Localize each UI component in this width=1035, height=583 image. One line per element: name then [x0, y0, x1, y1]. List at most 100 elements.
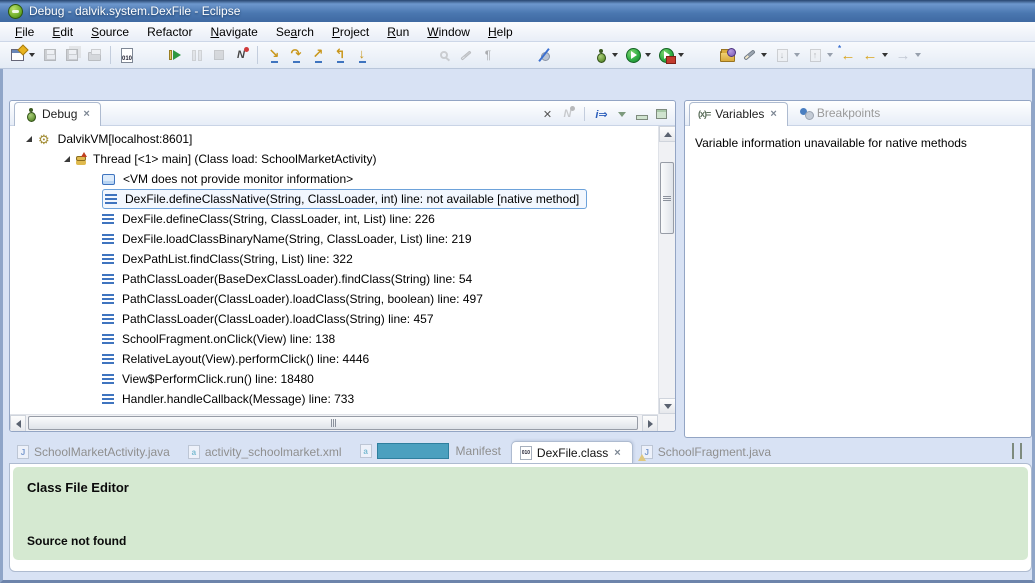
- menu-source[interactable]: Source: [82, 23, 138, 41]
- minimize-icon[interactable]: [633, 106, 650, 122]
- scroll-left-icon[interactable]: [10, 415, 26, 431]
- back-dropdown[interactable]: [882, 53, 888, 57]
- tree-row-stack-frame[interactable]: DexFile.loadClassBinaryName(String, Clas…: [10, 229, 658, 249]
- menu-edit[interactable]: Edit: [43, 23, 82, 41]
- monitor-icon: [102, 173, 115, 185]
- editor-minimize-icon[interactable]: [1012, 443, 1014, 459]
- menu-run[interactable]: Run: [378, 23, 418, 41]
- expander-icon[interactable]: [26, 136, 32, 142]
- expander-icon[interactable]: [64, 156, 70, 162]
- stack-frame-icon: [102, 234, 114, 244]
- close-icon[interactable]: ×: [613, 447, 621, 459]
- tree-row-stack-frame[interactable]: PathClassLoader(ClassLoader).loadClass(S…: [10, 289, 658, 309]
- tree-row-vm[interactable]: ⚙ DalvikVM[localhost:8601]: [10, 129, 658, 149]
- vertical-scrollbar[interactable]: [658, 126, 675, 414]
- menu-project[interactable]: Project: [323, 23, 378, 41]
- debug-launch-icon[interactable]: [589, 44, 611, 66]
- view-menu-icon[interactable]: [613, 106, 630, 122]
- binary-file-icon[interactable]: 010: [116, 44, 138, 66]
- menu-navigate[interactable]: Navigate: [201, 23, 266, 41]
- close-icon[interactable]: ×: [769, 108, 777, 120]
- scroll-right-icon[interactable]: [642, 415, 658, 431]
- maximize-icon[interactable]: [653, 106, 670, 122]
- disconnect-view-icon[interactable]: N: [559, 106, 576, 122]
- step-over-icon[interactable]: ↷: [285, 44, 307, 66]
- remove-terminated-icon[interactable]: ✕: [539, 106, 556, 122]
- new-wizard-dropdown[interactable]: [29, 53, 35, 57]
- next-annotation-icon[interactable]: ↓: [771, 44, 793, 66]
- selected-stack-frame[interactable]: DexFile.defineClassNative(String, ClassL…: [102, 189, 588, 209]
- tab-activity-schoolmarket-xml[interactable]: a activity_schoolmarket.xml: [180, 441, 352, 463]
- toolbar-separator: [110, 46, 111, 64]
- tab-debug[interactable]: Debug ×: [14, 102, 101, 126]
- tree-row-stack-frame[interactable]: View$PerformClick.run() line: 18480: [10, 369, 658, 389]
- show-whitespace-icon[interactable]: ¶: [477, 44, 499, 66]
- menu-search[interactable]: Search: [267, 23, 323, 41]
- horizontal-scroll-thumb[interactable]: [28, 416, 638, 430]
- run-launch-icon[interactable]: [622, 44, 644, 66]
- scroll-down-icon[interactable]: [659, 398, 675, 414]
- tab-breakpoints[interactable]: Breakpoints: [792, 102, 889, 125]
- show-debug-toolbar-icon[interactable]: i⇒: [593, 106, 610, 122]
- editor-maximize-icon[interactable]: [1020, 443, 1022, 459]
- menu-window[interactable]: Window: [418, 23, 479, 41]
- java-file-warning-icon: J: [637, 445, 653, 461]
- step-into-icon[interactable]: ↘: [263, 44, 285, 66]
- new-wizard-icon[interactable]: [6, 44, 28, 66]
- tree-row-stack-frame[interactable]: PathClassLoader(BaseDexClassLoader).find…: [10, 269, 658, 289]
- debug-view: Debug × ✕ N i⇒ ⚙ DalvikVM[localhost:8601…: [9, 100, 676, 432]
- vertical-scroll-thumb[interactable]: [660, 162, 674, 234]
- toolbar-separator: [257, 46, 258, 64]
- terminate-icon[interactable]: [208, 44, 230, 66]
- resume-icon[interactable]: [164, 44, 186, 66]
- tab-dexfile-class[interactable]: 010 DexFile.class ×: [510, 441, 633, 464]
- disconnect-icon[interactable]: N: [230, 44, 252, 66]
- coverage-dropdown[interactable]: [678, 53, 684, 57]
- last-edit-location-icon[interactable]: * ←: [837, 44, 859, 66]
- tree-row-stack-frame[interactable]: Handler.handleCallback(Message) line: 73…: [10, 389, 658, 409]
- previous-annotation-dropdown[interactable]: [827, 53, 833, 57]
- drop-to-frame-icon[interactable]: ↰: [329, 44, 351, 66]
- back-icon[interactable]: ←: [859, 44, 881, 66]
- scroll-up-icon[interactable]: [659, 126, 675, 142]
- save-all-icon[interactable]: [61, 44, 83, 66]
- tree-row-stack-frame[interactable]: SchoolFragment.onClick(View) line: 138: [10, 329, 658, 349]
- tree-row-stack-frame[interactable]: RelativeLayout(View).performClick() line…: [10, 349, 658, 369]
- coverage-icon[interactable]: [655, 44, 677, 66]
- tab-manifest[interactable]: a Manifest: [352, 439, 511, 463]
- tab-variables[interactable]: (x)= Variables ×: [689, 102, 788, 126]
- forward-dropdown[interactable]: [915, 53, 921, 57]
- close-icon[interactable]: ×: [82, 108, 90, 120]
- tab-schoolmarketactivity-java[interactable]: J SchoolMarketActivity.java: [9, 441, 180, 463]
- horizontal-scrollbar[interactable]: [10, 414, 658, 431]
- java-search-icon[interactable]: [433, 44, 455, 66]
- eclipse-window: Debug - dalvik.system.DexFile - Eclipse …: [0, 0, 1035, 583]
- mark-occurrences-dropdown[interactable]: [761, 53, 767, 57]
- format-pencil-icon[interactable]: [455, 44, 477, 66]
- forward-icon[interactable]: →: [892, 44, 914, 66]
- tree-row-monitor-info[interactable]: <VM does not provide monitor information…: [10, 169, 658, 189]
- variables-message: Variable information unavailable for nat…: [695, 136, 967, 150]
- save-icon[interactable]: [39, 44, 61, 66]
- editor-area: J SchoolMarketActivity.java a activity_s…: [9, 438, 1032, 572]
- skip-all-breakpoints-icon[interactable]: [533, 44, 555, 66]
- tree-row-stack-frame-selected[interactable]: DexFile.defineClassNative(String, ClassL…: [10, 189, 658, 209]
- debug-launch-dropdown[interactable]: [612, 53, 618, 57]
- use-step-filters-icon[interactable]: ↓: [351, 44, 373, 66]
- step-return-icon[interactable]: ↗: [307, 44, 329, 66]
- suspend-icon[interactable]: [186, 44, 208, 66]
- tree-row-stack-frame[interactable]: DexFile.defineClass(String, ClassLoader,…: [10, 209, 658, 229]
- tab-schoolfragment-java[interactable]: J SchoolFragment.java: [633, 441, 781, 463]
- previous-annotation-icon[interactable]: ↑: [804, 44, 826, 66]
- run-launch-dropdown[interactable]: [645, 53, 651, 57]
- menu-file[interactable]: File: [6, 23, 43, 41]
- menu-help[interactable]: Help: [479, 23, 522, 41]
- tree-row-stack-frame[interactable]: DexPathList.findClass(String, List) line…: [10, 249, 658, 269]
- open-task-icon[interactable]: [716, 44, 738, 66]
- tree-row-stack-frame[interactable]: PathClassLoader(ClassLoader).loadClass(S…: [10, 309, 658, 329]
- print-icon[interactable]: [83, 44, 105, 66]
- menu-refactor[interactable]: Refactor: [138, 23, 201, 41]
- mark-occurrences-icon[interactable]: [738, 44, 760, 66]
- next-annotation-dropdown[interactable]: [794, 53, 800, 57]
- tree-row-thread[interactable]: Thread [<1> main] (Class load: SchoolMar…: [10, 149, 658, 169]
